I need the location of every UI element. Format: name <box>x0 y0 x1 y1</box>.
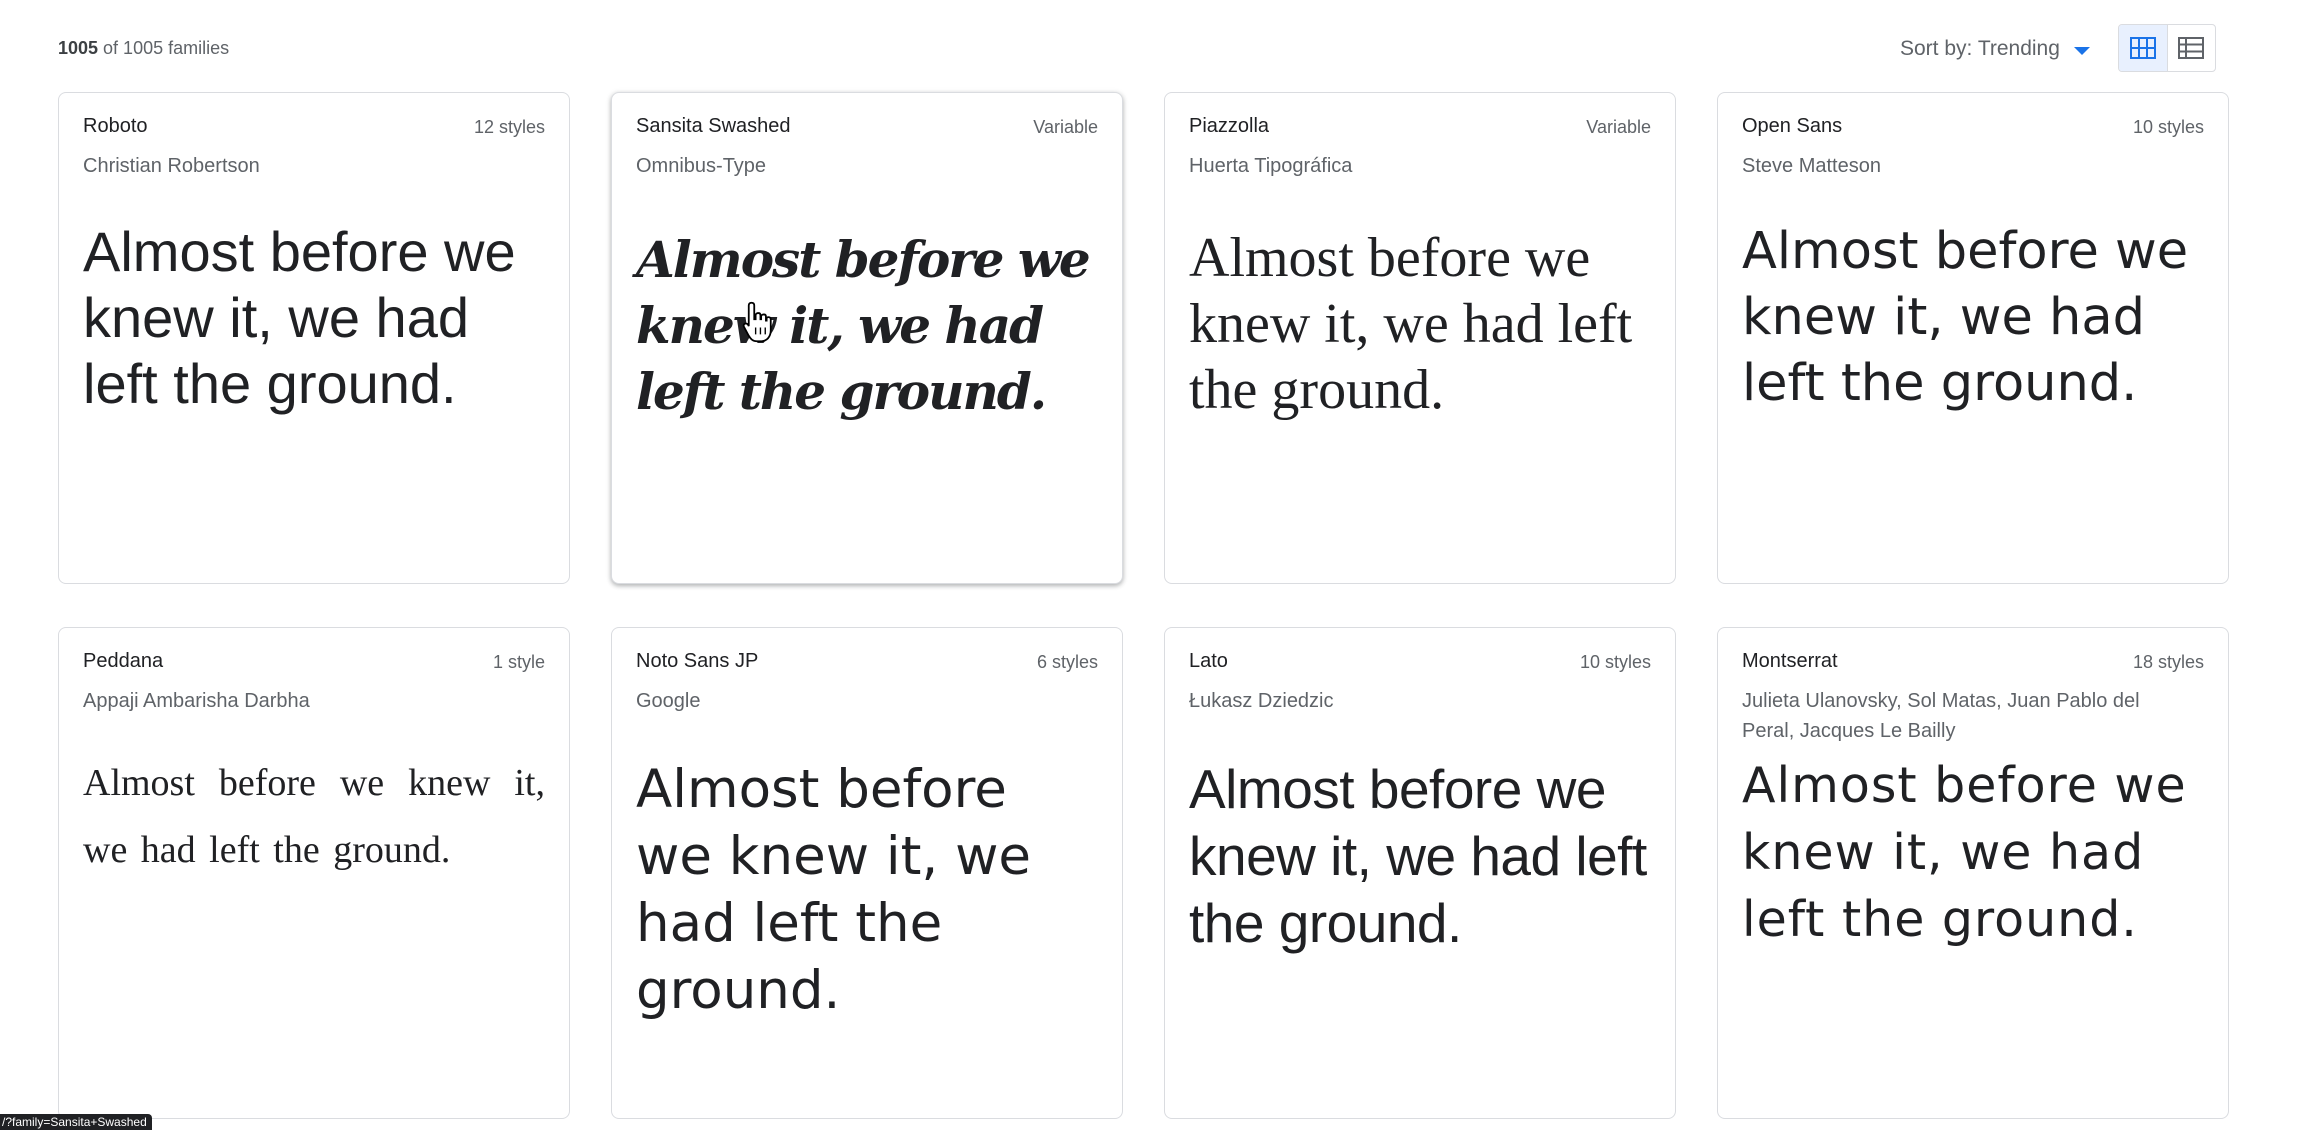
results-shown: 1005 <box>58 38 99 58</box>
font-style-count: 10 styles <box>1579 652 1651 672</box>
font-preview-text: Almost before we knew it, we had left th… <box>1189 227 1633 421</box>
font-preview-text: Almost before we knew it, we had left th… <box>1742 757 2187 948</box>
sort-label: Sort by: Trending <box>1900 37 2060 60</box>
font-style-count: Variable <box>1033 117 1098 137</box>
font-card-lato[interactable]: Lato 10 styles Łukasz Dziedzic Almost be… <box>1164 627 1676 1119</box>
font-designer: Christian Robertson <box>83 155 260 177</box>
font-card-noto-sans-jp[interactable]: Noto Sans JP 6 styles Google Almost befo… <box>611 627 1123 1119</box>
font-style-count: Variable <box>1586 117 1651 137</box>
font-family-name: Noto Sans JP <box>636 650 759 672</box>
font-family-name: Montserrat <box>1742 650 1838 672</box>
font-style-count: 10 styles <box>2132 117 2204 137</box>
font-preview-text: Almost before we knew it, we had left th… <box>83 762 545 871</box>
font-card-sansita-swashed[interactable]: Sansita Swashed Variable Omnibus-Type Al… <box>611 92 1123 584</box>
font-family-name: Peddana <box>83 650 164 672</box>
list-view-icon <box>2178 37 2205 59</box>
font-style-count: 1 style <box>492 652 545 672</box>
font-style-count: 12 styles <box>473 117 545 137</box>
font-preview-text: Almost before we knew it, we had left th… <box>636 759 1032 1021</box>
font-family-name: Piazzolla <box>1189 115 1270 137</box>
font-card-montserrat[interactable]: Montserrat 18 styles Julieta Ulanovsky, … <box>1717 627 2229 1119</box>
font-designer: Omnibus-Type <box>636 155 767 177</box>
font-catalog-page: 1005 of 1005 families Sort by: Trending … <box>0 0 2306 1130</box>
font-designer: Julieta Ulanovsky, Sol Matas, Juan Pablo… <box>1742 690 2140 742</box>
font-preview-text: Almost before we knew it, we had left th… <box>636 230 1091 421</box>
results-count: 1005 of 1005 families <box>58 38 229 59</box>
font-style-count: 6 styles <box>1036 652 1098 672</box>
font-family-name: Sansita Swashed <box>636 115 791 137</box>
font-designer: Huerta Tipográfica <box>1189 155 1353 177</box>
sort-dropdown[interactable]: Sort by: Trending <box>1900 34 2090 64</box>
font-card-peddana[interactable]: Peddana 1 style Appaji Ambarisha Darbha … <box>58 627 570 1119</box>
font-designer: Appaji Ambarisha Darbha <box>83 690 310 712</box>
font-card-piazzolla[interactable]: Piazzolla Variable Huerta Tipográfica Al… <box>1164 92 1676 584</box>
font-preview-text: Almost before we knew it, we had left th… <box>1189 758 1647 954</box>
font-family-name: Lato <box>1189 650 1228 672</box>
font-family-name: Open Sans <box>1742 115 1843 137</box>
font-preview-text: Almost before we knew it, we had left th… <box>1742 222 2189 413</box>
font-preview-text: Almost before we knew it, we had left th… <box>83 220 516 415</box>
status-bar-url: /?family=Sansita+Swashed <box>0 1114 152 1130</box>
font-style-count: 18 styles <box>2132 652 2204 672</box>
font-designer: Łukasz Dziedzic <box>1189 690 1334 712</box>
font-designer: Steve Matteson <box>1742 155 1881 177</box>
grid-view-button[interactable] <box>2119 25 2167 71</box>
font-designer: Google <box>636 690 701 712</box>
font-family-name: Roboto <box>83 115 148 137</box>
font-card-roboto[interactable]: Roboto 12 styles Christian Robertson Alm… <box>58 92 570 584</box>
font-card-open-sans[interactable]: Open Sans 10 styles Steve Matteson Almos… <box>1717 92 2229 584</box>
results-total: of 1005 families <box>98 38 230 58</box>
view-toggle <box>2118 24 2216 72</box>
caret-down-icon <box>2073 46 2090 55</box>
grid-view-icon <box>2129 37 2156 59</box>
list-view-button[interactable] <box>2166 25 2216 71</box>
